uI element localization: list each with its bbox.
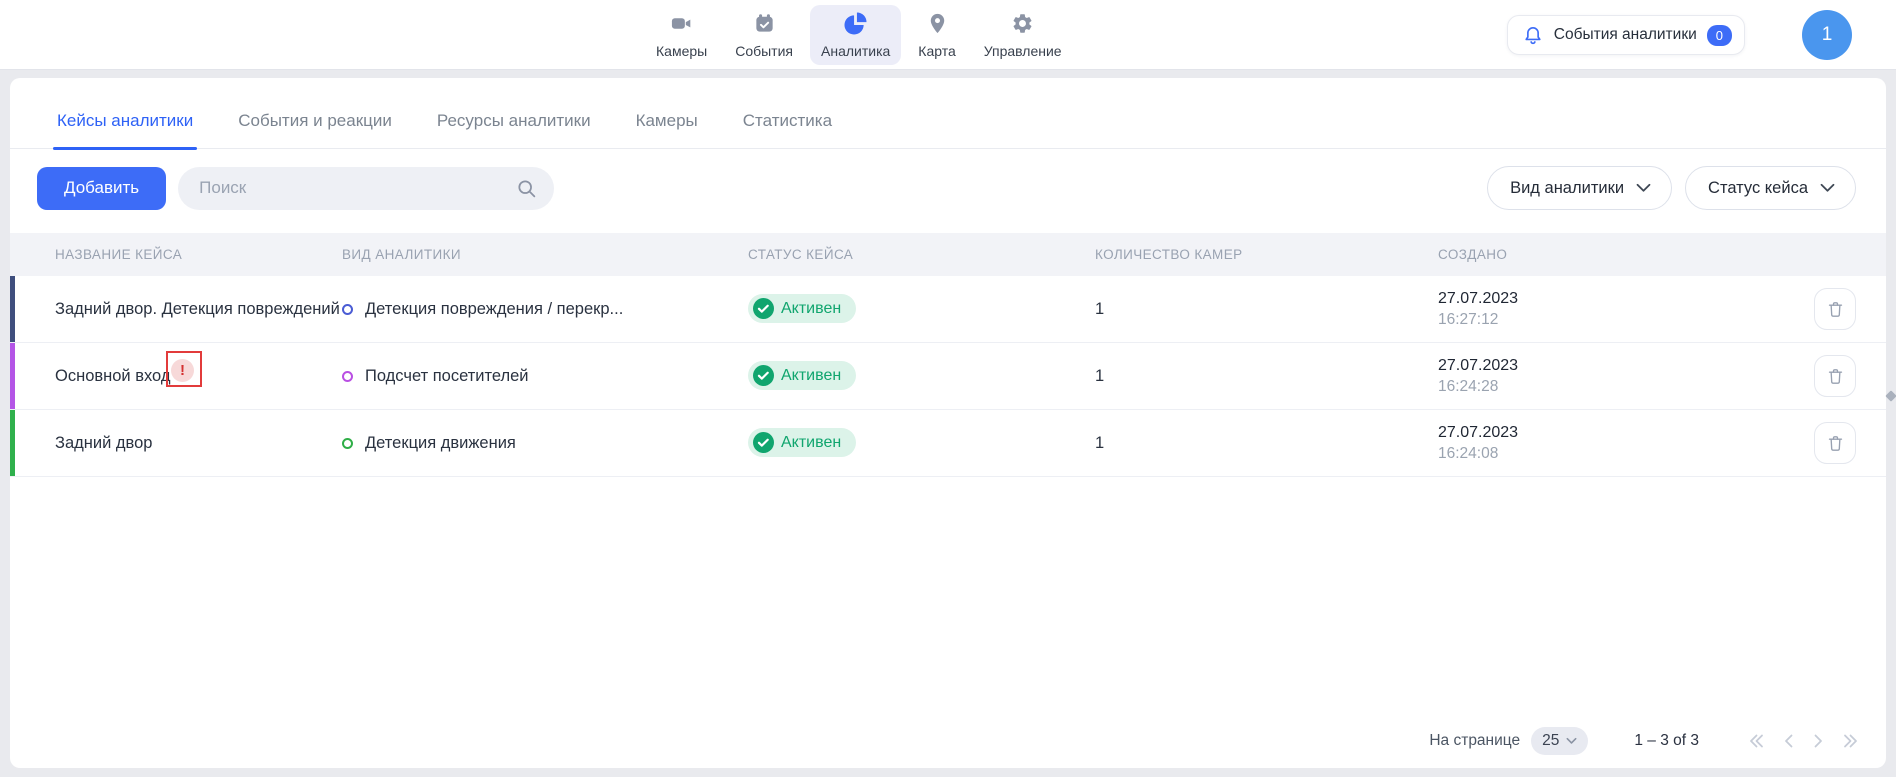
nav-item-cameras[interactable]: Камеры [645, 5, 718, 65]
prev-page-icon[interactable] [1783, 733, 1795, 749]
first-page-icon[interactable] [1747, 733, 1766, 749]
status-badge: Активен [748, 361, 856, 390]
row-accent-bar [10, 276, 15, 342]
delete-button[interactable] [1814, 288, 1856, 330]
analytics-type: Детекция повреждения / перекр... [342, 300, 748, 319]
filter-case-status[interactable]: Статус кейса [1685, 166, 1856, 210]
top-bar: Камеры События Аналитика Карта Управлени [0, 0, 1896, 70]
filters: Вид аналитики Статус кейса [1487, 166, 1856, 210]
case-name: Задний двор [55, 434, 342, 453]
nav-item-events[interactable]: События [724, 5, 804, 65]
user-avatar[interactable]: 1 [1802, 10, 1852, 60]
tab-statistics[interactable]: Статистика [743, 111, 832, 148]
trash-icon [1826, 434, 1845, 453]
column-header-case-status: СТАТУС КЕЙСА [748, 247, 1095, 262]
tab-bar: Кейсы аналитики События и реакции Ресурс… [10, 78, 1886, 149]
column-header-camera-count: КОЛИЧЕСТВО КАМЕР [1095, 247, 1438, 262]
chevron-down-icon [1636, 183, 1651, 193]
nav-item-management[interactable]: Управление [973, 5, 1073, 65]
search-input[interactable] [178, 167, 554, 210]
gear-icon [1011, 12, 1034, 40]
warning-annotation-box: ! [166, 351, 202, 387]
delete-button[interactable] [1814, 422, 1856, 464]
analytics-page: Кейсы аналитики События и реакции Ресурс… [10, 78, 1886, 768]
row-accent-bar [10, 343, 15, 409]
events-button-label: События аналитики [1554, 26, 1697, 44]
status-badge: Активен [748, 428, 856, 457]
tab-analytics-resources[interactable]: Ресурсы аналитики [437, 111, 591, 148]
camera-count: 1 [1095, 300, 1438, 319]
analytics-events-button[interactable]: События аналитики 0 [1507, 15, 1745, 55]
toolbar: Добавить Вид аналитики Статус кейса [37, 166, 1856, 210]
row-accent-bar [10, 410, 15, 476]
camera-icon [670, 12, 693, 40]
camera-count: 1 [1095, 434, 1438, 453]
map-pin-icon [926, 12, 949, 40]
status-badge: Активен [748, 294, 856, 323]
nav-item-map[interactable]: Карта [907, 5, 966, 65]
chevron-down-icon [1820, 183, 1835, 193]
nav-label: Карта [918, 43, 955, 59]
search-icon [516, 178, 537, 204]
type-dot-icon [342, 438, 353, 449]
case-name: Задний двор. Детекция повреждений [55, 300, 342, 319]
nav-label: События [735, 43, 793, 59]
created-at: 27.07.2023 16:24:28 [1438, 357, 1780, 396]
trash-icon [1826, 367, 1845, 386]
warning-icon: ! [171, 359, 194, 382]
trash-icon [1826, 300, 1845, 319]
add-button[interactable]: Добавить [37, 167, 166, 210]
bell-icon [1522, 24, 1544, 46]
type-dot-icon [342, 304, 353, 315]
next-page-icon[interactable] [1812, 733, 1824, 749]
pager-controls [1747, 733, 1860, 749]
created-at: 27.07.2023 16:24:08 [1438, 424, 1780, 463]
table-row[interactable]: Основной вход ! Подсчет посетителей Акти… [10, 343, 1886, 410]
chevron-down-icon [1566, 737, 1577, 745]
camera-count: 1 [1095, 367, 1438, 386]
table-row[interactable]: Задний двор. Детекция повреждений Детекц… [10, 276, 1886, 343]
filter-analytics-type[interactable]: Вид аналитики [1487, 166, 1672, 210]
nav-item-analytics[interactable]: Аналитика [810, 5, 901, 65]
last-page-icon[interactable] [1841, 733, 1860, 749]
page-range: 1 – 3 of 3 [1634, 732, 1699, 750]
check-circle-icon [753, 365, 774, 386]
column-header-analytics-type: ВИД АНАЛИТИКИ [342, 247, 748, 262]
pagination: На странице 25 1 – 3 of 3 [10, 727, 1886, 755]
analytics-type: Подсчет посетителей [342, 367, 748, 386]
per-page-label: На странице [1429, 732, 1520, 750]
column-header-case-name: НАЗВАНИЕ КЕЙСА [55, 247, 342, 262]
pie-chart-icon [844, 12, 867, 40]
created-at: 27.07.2023 16:27:12 [1438, 290, 1780, 329]
check-circle-icon [753, 432, 774, 453]
type-dot-icon [342, 371, 353, 382]
nav-label: Управление [984, 43, 1062, 59]
delete-button[interactable] [1814, 355, 1856, 397]
analytics-type: Детекция движения [342, 434, 748, 453]
per-page-select[interactable]: 25 [1531, 727, 1588, 755]
main-navigation: Камеры События Аналитика Карта Управлени [645, 5, 1073, 65]
events-count-badge: 0 [1707, 25, 1732, 46]
tab-events-reactions[interactable]: События и реакции [238, 111, 392, 148]
check-circle-icon [753, 298, 774, 319]
nav-label: Камеры [656, 43, 707, 59]
column-header-created: СОЗДАНО [1438, 247, 1780, 262]
tab-cameras[interactable]: Камеры [636, 111, 698, 148]
nav-label: Аналитика [821, 43, 890, 59]
calendar-check-icon [753, 12, 776, 40]
search-field [178, 167, 554, 210]
table-row[interactable]: Задний двор Детекция движения Активен 1 … [10, 410, 1886, 477]
case-name: Основной вход ! [55, 358, 342, 394]
tab-analytics-cases[interactable]: Кейсы аналитики [57, 111, 193, 148]
table-header: НАЗВАНИЕ КЕЙСА ВИД АНАЛИТИКИ СТАТУС КЕЙС… [10, 233, 1886, 276]
resize-handle-icon [1885, 390, 1896, 401]
